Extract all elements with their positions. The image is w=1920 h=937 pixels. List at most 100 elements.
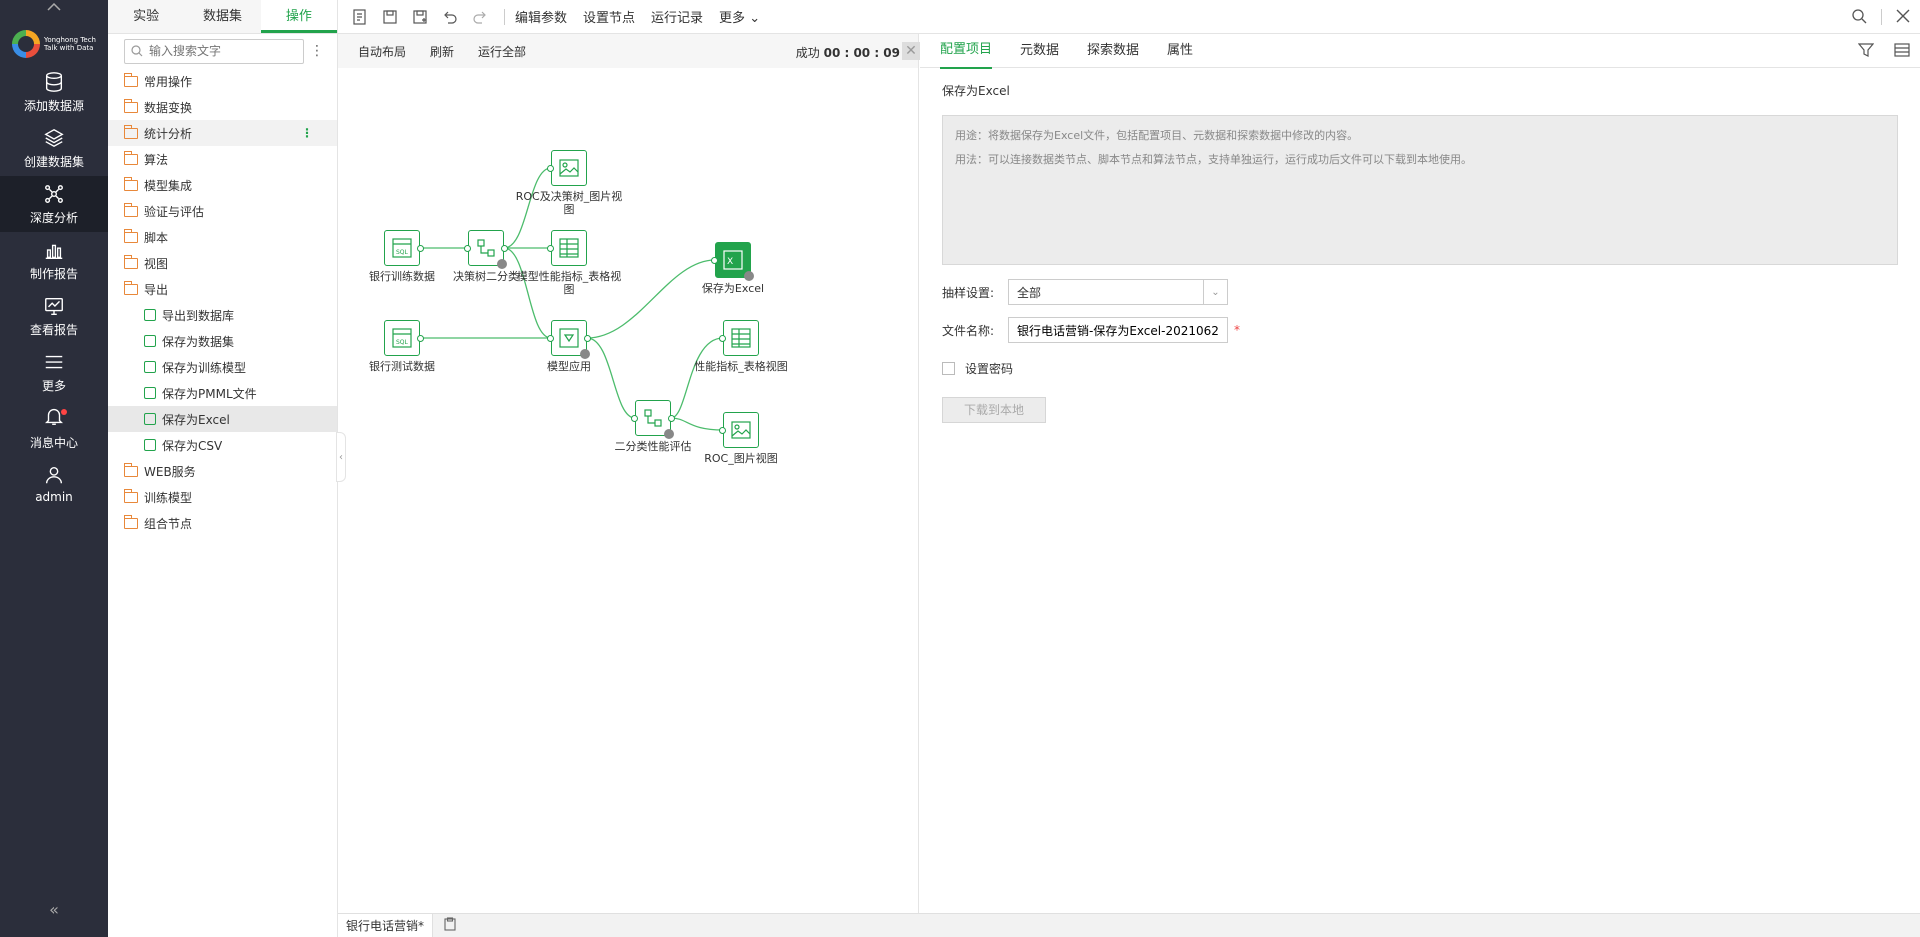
divider	[1881, 9, 1882, 25]
status-label: 成功	[795, 46, 820, 60]
tree-child-item[interactable]: 保存为PMML文件	[108, 380, 337, 406]
filter-icon[interactable]	[1857, 42, 1875, 61]
search-input[interactable]	[149, 44, 289, 58]
tree-child-item[interactable]: 导出到数据库	[108, 302, 337, 328]
redo-icon[interactable]	[470, 7, 490, 27]
search-icon[interactable]	[1851, 8, 1867, 27]
search-box[interactable]	[124, 38, 304, 64]
tree-folder[interactable]: 脚本	[108, 224, 337, 250]
refresh-button[interactable]: 刷新	[430, 43, 454, 60]
tree-child-item[interactable]: 保存为CSV	[108, 432, 337, 458]
save-icon[interactable]	[380, 7, 400, 27]
more-dropdown[interactable]: 更多 ⌄	[719, 7, 760, 26]
more-dots-icon[interactable]: ⋮	[301, 126, 313, 140]
password-checkbox[interactable]	[942, 361, 955, 375]
nav-label: 添加数据源	[23, 98, 84, 113]
tree-folder[interactable]: 常用操作	[108, 68, 337, 94]
clipboard-icon[interactable]	[443, 917, 457, 934]
node-save-excel[interactable]: X	[711, 242, 754, 281]
tree-folder[interactable]: 模型集成	[108, 172, 337, 198]
close-panel-icon[interactable]: ✕	[902, 42, 920, 60]
logo-tagline: Talk with Data	[43, 44, 94, 52]
close-icon[interactable]	[1896, 9, 1910, 26]
toolbar-right	[1851, 0, 1910, 34]
output-port[interactable]	[501, 245, 508, 252]
node-roc-tree-view[interactable]	[547, 150, 587, 186]
tab-experiment[interactable]: 实验	[108, 0, 184, 33]
node-model-apply[interactable]	[547, 320, 591, 359]
output-port[interactable]	[417, 335, 424, 342]
sampling-label: 抽样设置:	[942, 285, 995, 300]
node-model-perf-table[interactable]	[547, 230, 587, 266]
tree-folder[interactable]: 组合节点	[108, 510, 337, 536]
tree-folder[interactable]: 数据变换	[108, 94, 337, 120]
node-roc-view[interactable]	[719, 412, 759, 448]
collapse-up-icon[interactable]	[0, 0, 108, 14]
tab-explore-data[interactable]: 探索数据	[1087, 34, 1139, 68]
panel-menu-icon[interactable]: ⋮	[310, 43, 324, 59]
undo-icon[interactable]	[440, 7, 460, 27]
nav-more[interactable]: 更多	[0, 344, 108, 400]
collapse-nav-icon[interactable]: «	[0, 900, 108, 919]
input-port[interactable]	[719, 335, 726, 342]
tab-experiment-file[interactable]: 银行电话营销*	[338, 913, 434, 937]
input-port[interactable]	[547, 335, 554, 342]
input-port[interactable]	[711, 257, 718, 264]
output-port[interactable]	[668, 415, 675, 422]
left-nav: Yonghong Tech Talk with Data 添加数据源 创建数据集…	[0, 0, 108, 937]
input-port[interactable]	[547, 165, 554, 172]
nav-add-datasource[interactable]: 添加数据源	[0, 64, 108, 120]
tree-folder[interactable]: 验证与评估	[108, 198, 337, 224]
operations-panel: 实验 数据集 操作 ⋮ 常用操作 数据变换 统计分析 ⋮ 算法 模型集成 验证与评…	[108, 0, 338, 937]
list-icon[interactable]	[1894, 42, 1910, 61]
tree-folder[interactable]: WEB服务	[108, 458, 337, 484]
filename-label: 文件名称:	[942, 323, 995, 338]
set-node-button[interactable]: 设置节点	[583, 7, 635, 26]
output-port[interactable]	[417, 245, 424, 252]
tree-folder[interactable]: 算法	[108, 146, 337, 172]
new-file-icon[interactable]	[350, 7, 370, 27]
nav-make-report[interactable]: 制作报告	[0, 232, 108, 288]
tab-config[interactable]: 配置项目	[940, 33, 993, 69]
node-test-data[interactable]: SQL	[384, 320, 424, 356]
required-mark: *	[1234, 323, 1240, 337]
node-perf-table[interactable]	[719, 320, 759, 356]
input-port[interactable]	[719, 427, 726, 434]
nav-create-dataset[interactable]: 创建数据集	[0, 120, 108, 176]
nav-label: 更多	[41, 378, 66, 393]
node-train-data[interactable]: SQL	[384, 230, 424, 266]
tree-folder[interactable]: 导出	[108, 276, 337, 302]
tree-folder[interactable]: 视图	[108, 250, 337, 276]
save-as-icon[interactable]	[410, 7, 430, 27]
node-binary-eval[interactable]	[631, 400, 675, 439]
tab-operation[interactable]: 操作	[260, 0, 337, 33]
folder-icon	[124, 202, 138, 217]
tree-child-item[interactable]: 保存为训练模型	[108, 354, 337, 380]
tree-folder[interactable]: 统计分析 ⋮	[108, 120, 337, 146]
tab-dataset[interactable]: 数据集	[184, 0, 260, 33]
flow-canvas: 自动布局 刷新 运行全部 成功 00 : 00 : 09 ✕ ‹ SQL 银行训…	[336, 34, 920, 913]
output-port[interactable]	[584, 335, 591, 342]
input-port[interactable]	[631, 415, 638, 422]
download-button[interactable]: 下载到本地	[942, 397, 1046, 423]
nav-deep-analysis[interactable]: 深度分析	[0, 176, 108, 232]
run-all-button[interactable]: 运行全部	[478, 43, 526, 60]
nav-user[interactable]: admin	[0, 456, 108, 512]
nav-view-report[interactable]: 查看报告	[0, 288, 108, 344]
tree-folder[interactable]: 训练模型	[108, 484, 337, 510]
input-port[interactable]	[547, 245, 554, 252]
run-log-button[interactable]: 运行记录	[651, 7, 703, 26]
table-view-icon	[731, 328, 751, 348]
nav-message-center[interactable]: 消息中心	[0, 400, 108, 456]
tab-properties[interactable]: 属性	[1167, 34, 1193, 68]
tree-child-item[interactable]: 保存为Excel	[108, 406, 337, 432]
sampling-select[interactable]: 全部 ⌄	[1008, 279, 1228, 305]
node-decision-tree[interactable]	[464, 230, 508, 269]
tree-child-item[interactable]: 保存为数据集	[108, 328, 337, 354]
input-port[interactable]	[464, 245, 471, 252]
auto-layout-button[interactable]: 自动布局	[358, 43, 406, 60]
filename-input[interactable]	[1008, 317, 1228, 343]
edit-params-button[interactable]: 编辑参数	[515, 7, 567, 26]
node-label: 模型性能指标_表格视图	[516, 270, 622, 296]
tab-metadata[interactable]: 元数据	[1020, 34, 1059, 68]
